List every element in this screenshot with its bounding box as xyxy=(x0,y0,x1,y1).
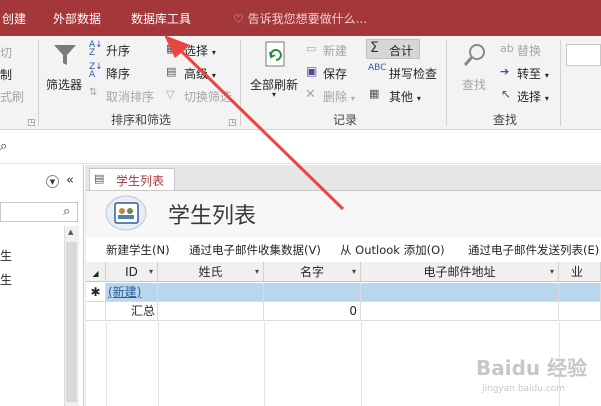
annotation-arrow xyxy=(164,35,345,211)
watermark-url: jingyan.baidu.com xyxy=(482,384,566,394)
watermark-logo: Baidu 经验 xyxy=(476,356,588,380)
